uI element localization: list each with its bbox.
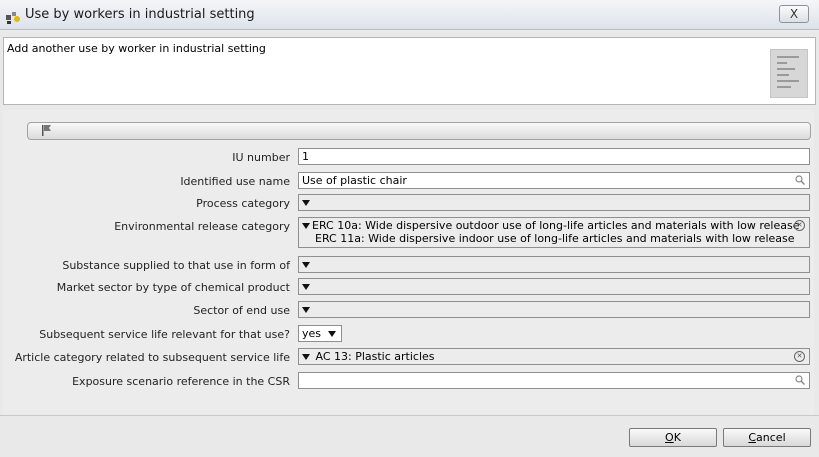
erc-value-1: ERC 10a: Wide dispersive outdoor use of … xyxy=(312,219,800,232)
exposure-scenario-label: Exposure scenario reference in the CSR xyxy=(72,375,290,388)
article-category-combo[interactable]: AC 13: Plastic articles ✕ xyxy=(298,348,810,365)
process-category-label: Process category xyxy=(196,197,290,210)
subsequent-service-life-label: Subsequent service life relevant for tha… xyxy=(39,328,290,341)
iu-number-value: 1 xyxy=(302,150,309,163)
sector-end-use-combo[interactable] xyxy=(298,301,810,318)
substance-supplied-combo[interactable] xyxy=(298,256,810,273)
ok-label-mnemonic: O xyxy=(665,431,674,444)
environmental-release-category-combo[interactable]: ERC 10a: Wide dispersive outdoor use of … xyxy=(298,217,810,248)
ok-label-suffix: K xyxy=(673,431,681,444)
dropdown-arrow-icon xyxy=(302,200,310,206)
window-title: Use by workers in industrial setting xyxy=(25,7,255,22)
iu-number-field[interactable]: 1 xyxy=(298,148,810,165)
dropdown-arrow-icon xyxy=(302,354,310,360)
clear-icon[interactable]: ✕ xyxy=(794,351,805,362)
cancel-label-suffix: ancel xyxy=(756,431,786,444)
article-category-value: AC 13: Plastic articles xyxy=(315,350,435,363)
identified-use-name-value: Use of plastic chair xyxy=(302,174,407,187)
close-button[interactable]: X xyxy=(779,5,809,23)
dropdown-arrow-icon xyxy=(327,331,336,337)
dropdown-arrow-icon xyxy=(302,307,310,313)
header-text: Add another use by worker in industrial … xyxy=(7,42,266,55)
footer-separator xyxy=(0,415,819,416)
subsequent-service-life-value: yes xyxy=(302,327,322,340)
market-sector-combo[interactable] xyxy=(298,278,810,295)
article-category-label: Article category related to subsequent s… xyxy=(14,351,290,364)
dropdown-arrow-icon xyxy=(302,284,310,290)
dropdown-arrow-icon xyxy=(302,262,310,268)
flag-icon xyxy=(42,125,51,136)
form-panel: IU number 1 Identified use name Use of p… xyxy=(3,110,814,415)
erc-value-2: ERC 11a: Wide dispersive indoor use of l… xyxy=(315,232,795,245)
app-icon xyxy=(6,12,20,24)
substance-supplied-label: Substance supplied to that use in form o… xyxy=(62,259,290,272)
flag-toolbar-button[interactable] xyxy=(27,122,811,140)
dropdown-arrow-icon xyxy=(302,223,310,229)
iu-number-label: IU number xyxy=(232,151,290,164)
ok-button[interactable]: OK xyxy=(629,428,717,447)
document-icon xyxy=(770,49,808,98)
search-icon[interactable] xyxy=(795,375,805,385)
cancel-label-mnemonic: C xyxy=(748,431,757,444)
close-icon: X xyxy=(789,7,799,21)
sector-end-use-label: Sector of end use xyxy=(193,304,290,317)
identified-use-name-field[interactable]: Use of plastic chair xyxy=(298,172,810,189)
clear-icon[interactable]: ✕ xyxy=(794,220,805,231)
environmental-release-category-label: Environmental release category xyxy=(114,220,290,233)
cancel-button[interactable]: Cancel xyxy=(723,428,811,447)
header-panel: Add another use by worker in industrial … xyxy=(3,37,816,105)
exposure-scenario-field[interactable] xyxy=(298,372,810,389)
subsequent-service-life-select[interactable]: yes xyxy=(298,325,342,342)
search-icon[interactable] xyxy=(795,175,805,185)
identified-use-name-label: Identified use name xyxy=(180,175,290,188)
market-sector-label: Market sector by type of chemical produc… xyxy=(56,281,290,294)
process-category-combo[interactable] xyxy=(298,194,810,211)
title-bar: Use by workers in industrial setting X xyxy=(0,0,819,30)
